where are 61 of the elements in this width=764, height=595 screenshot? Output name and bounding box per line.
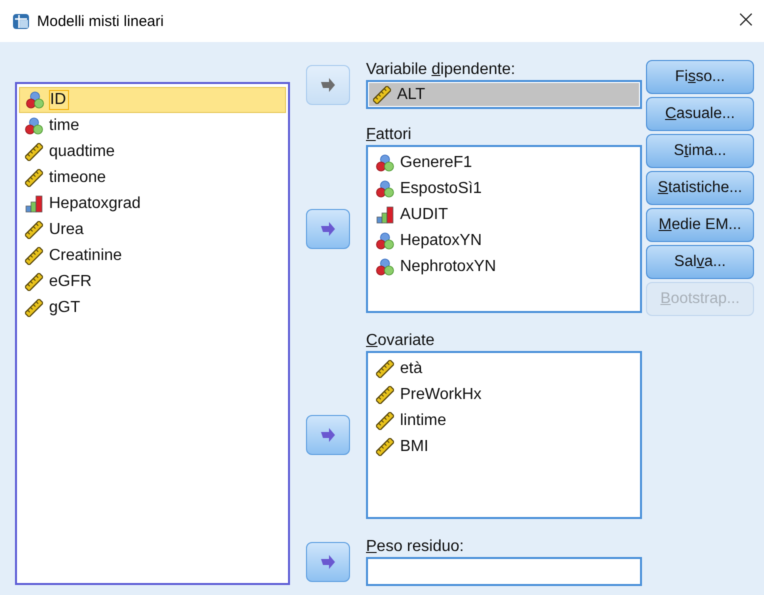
dialog-button[interactable]: Casuale... [646, 97, 754, 131]
section-label: Peso residuo: [366, 537, 465, 557]
bar-chart-icon [376, 206, 394, 224]
arrow-icon [320, 554, 336, 570]
section-label: Variabile dipendente: [366, 60, 516, 80]
variable-item[interactable]: eGFR [19, 269, 286, 295]
nominal-variable-icon [376, 258, 394, 276]
variable-item[interactable]: timeone [19, 165, 286, 191]
variable-item[interactable]: Hepatoxgrad [19, 191, 286, 217]
close-button[interactable]: × [728, 5, 764, 37]
dialog-button[interactable]: Medie EM... [646, 208, 754, 242]
ruler-icon [25, 169, 43, 187]
nominal-variable-icon [26, 91, 44, 109]
section-label: Covariate [366, 331, 436, 351]
variable-item[interactable]: HepatoxYN [370, 228, 638, 254]
ruler-icon [373, 86, 391, 104]
variable-item[interactable]: gGT [19, 295, 286, 321]
ruler-icon [25, 221, 43, 239]
variable-item[interactable]: EspostoSì1 [370, 176, 638, 202]
arrow-icon [320, 76, 336, 92]
window-title: Modelli misti lineari [37, 12, 164, 30]
variable-item[interactable]: GenereF1 [370, 150, 638, 176]
variable-item[interactable]: AUDIT [370, 202, 638, 228]
ruler-icon [25, 273, 43, 291]
ruler-icon [376, 360, 394, 378]
target-list[interactable]: GenereF1 EspostoSì1 AUDIT HepatoxYN NephrotoxYN [366, 145, 642, 313]
nominal-variable-icon [376, 232, 394, 250]
app-icon [11, 11, 31, 31]
variable-item[interactable]: Creatinine [19, 243, 286, 269]
variable-item[interactable]: ID [19, 87, 286, 113]
move-arrow-button[interactable] [306, 542, 350, 582]
dialog-button[interactable]: Statistiche... [646, 171, 754, 205]
ruler-icon [376, 412, 394, 430]
variable-item[interactable]: Urea [19, 217, 286, 243]
variable-item[interactable]: quadtime [19, 139, 286, 165]
section-label: Fattori [366, 125, 412, 145]
variable-item[interactable]: NephrotoxYN [370, 254, 638, 280]
dialog-button[interactable]: Fisso... [646, 60, 754, 94]
ruler-icon [25, 143, 43, 161]
ruler-icon [376, 438, 394, 456]
variable-item[interactable]: PreWorkHx [370, 382, 638, 408]
target-field[interactable] [366, 557, 642, 586]
variable-item[interactable]: età [370, 356, 638, 382]
nominal-variable-icon [376, 154, 394, 172]
nominal-variable-icon [25, 117, 43, 135]
dialog-button[interactable]: Stima... [646, 134, 754, 168]
variable-list[interactable]: ID time quadtime timeone Hepatoxgrad Urea Creatinine eGFR gGT [15, 82, 290, 585]
move-arrow-button[interactable] [306, 209, 350, 249]
arrow-icon [320, 427, 336, 443]
nominal-variable-icon [376, 180, 394, 198]
variable-item[interactable]: time [19, 113, 286, 139]
variable-item[interactable]: BMI [370, 434, 638, 460]
ruler-icon [376, 386, 394, 404]
variable-item[interactable]: lintime [370, 408, 638, 434]
dialog-button[interactable]: Salva... [646, 245, 754, 279]
move-arrow-button[interactable] [306, 64, 350, 104]
arrow-icon [320, 221, 336, 237]
ruler-icon [25, 299, 43, 317]
move-arrow-button[interactable] [306, 415, 350, 455]
target-list[interactable]: età PreWorkHx lintime BMI [366, 351, 642, 519]
bar-chart-icon [25, 195, 43, 213]
